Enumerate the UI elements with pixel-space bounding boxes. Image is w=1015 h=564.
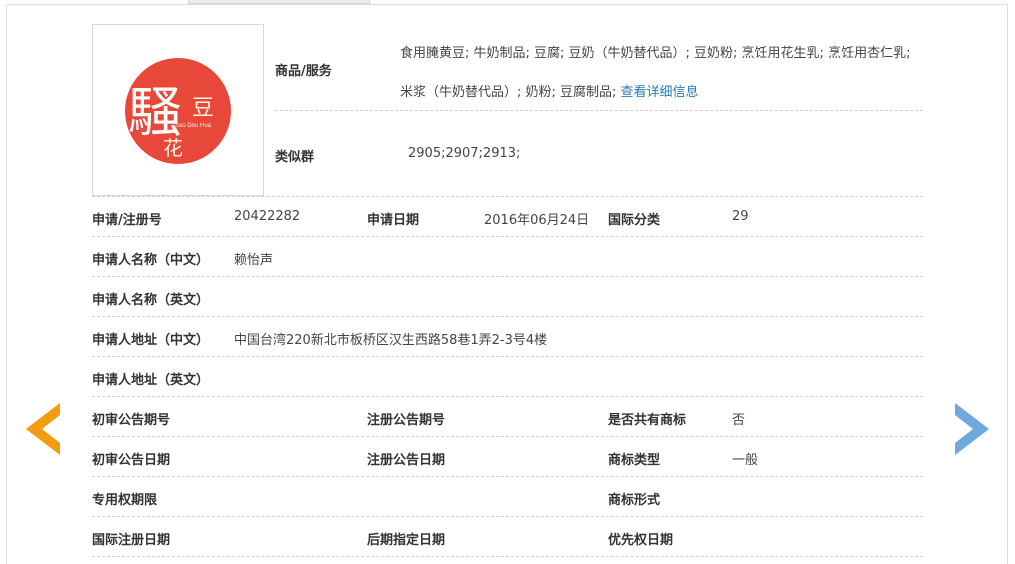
shared-mark-value: 否 — [732, 413, 746, 428]
logo-char-dou: 豆 — [192, 96, 214, 121]
divider — [92, 236, 923, 237]
exclusive-term-label: 专用权期限 — [92, 493, 158, 508]
next-arrow[interactable] — [953, 403, 989, 455]
divider — [92, 276, 923, 277]
mark-form-label: 商标形式 — [608, 493, 661, 508]
intl-reg-date-label: 国际注册日期 — [92, 533, 171, 548]
apply-date-label: 申请日期 — [367, 213, 420, 228]
divider — [92, 396, 923, 397]
reg-pub-date-label: 注册公告日期 — [367, 453, 446, 468]
trademark-image: 騷 豆 Sao Dou Hua 花 — [92, 24, 264, 196]
later-designation-date-label: 后期指定日期 — [367, 533, 446, 548]
mark-type-value: 一般 — [732, 453, 759, 468]
intl-class-value: 29 — [732, 209, 749, 224]
chevron-left-icon[interactable] — [26, 403, 62, 455]
prev-arrow[interactable] — [26, 403, 62, 455]
divider — [92, 556, 923, 557]
divider — [92, 436, 923, 437]
reg-pub-no-label: 注册公告期号 — [367, 413, 446, 428]
logo-pinyin: Sao Dou Hua — [175, 123, 212, 129]
chevron-right-icon[interactable] — [953, 403, 989, 455]
prelim-pub-date-label: 初审公告日期 — [92, 453, 171, 468]
similar-label: 类似群 — [275, 150, 315, 165]
apply-date-value: 2016年06月24日 — [484, 213, 590, 228]
divider — [92, 196, 923, 197]
reg-no-label: 申请/注册号 — [92, 213, 162, 228]
logo-main-char: 騷 — [128, 81, 182, 144]
divider — [92, 316, 923, 317]
address-cn-value: 中国台湾220新北市板桥区汉生西路58巷1弄2-3号4楼 — [234, 333, 548, 348]
intl-class-label: 国际分类 — [608, 213, 661, 228]
view-detail-link[interactable]: 查看详细信息 — [621, 85, 699, 100]
priority-date-label: 优先权日期 — [608, 533, 674, 548]
shared-mark-label: 是否共有商标 — [608, 413, 687, 428]
address-en-label: 申请人地址（英文） — [92, 373, 210, 388]
similar-value: 2905;2907;2913; — [408, 146, 521, 161]
address-cn-label: 申请人地址（中文） — [92, 333, 210, 348]
applicant-cn-label: 申请人名称（中文） — [92, 253, 210, 268]
trademark-logo: 騷 豆 Sao Dou Hua 花 — [125, 58, 231, 164]
mark-type-label: 商标类型 — [608, 453, 661, 468]
logo-char-hua: 花 — [163, 136, 183, 160]
prelim-pub-no-label: 初审公告期号 — [92, 413, 171, 428]
divider — [275, 110, 923, 111]
divider — [92, 516, 923, 517]
top-tab[interactable] — [188, 0, 370, 4]
applicant-cn-value: 赖怡声 — [234, 253, 274, 268]
reg-no-value: 20422282 — [234, 209, 301, 224]
divider — [92, 476, 923, 477]
goods-label: 商品/服务 — [275, 64, 332, 79]
goods-text: 食用腌黄豆; 牛奶制品; 豆腐; 豆奶（牛奶替代品）; 豆奶粉; 烹饪用花生乳;… — [400, 34, 926, 112]
divider — [92, 356, 923, 357]
applicant-en-label: 申请人名称（英文） — [92, 293, 210, 308]
